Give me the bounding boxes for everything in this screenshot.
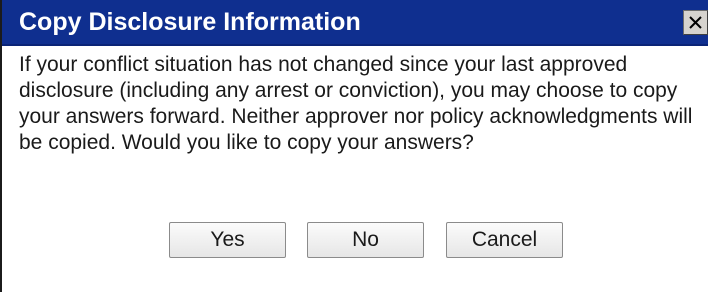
dialog-titlebar[interactable]: Copy Disclosure Information [2, 0, 708, 46]
dialog-message: If your conflict situation has not chang… [19, 53, 693, 154]
close-icon [689, 16, 702, 29]
cancel-button[interactable]: Cancel [446, 222, 563, 258]
copy-disclosure-dialog: Copy Disclosure Information If your conf… [0, 0, 708, 292]
no-button[interactable]: No [307, 222, 424, 258]
dialog-title: Copy Disclosure Information [19, 8, 361, 36]
yes-button[interactable]: Yes [169, 222, 286, 258]
close-button[interactable] [683, 10, 708, 35]
